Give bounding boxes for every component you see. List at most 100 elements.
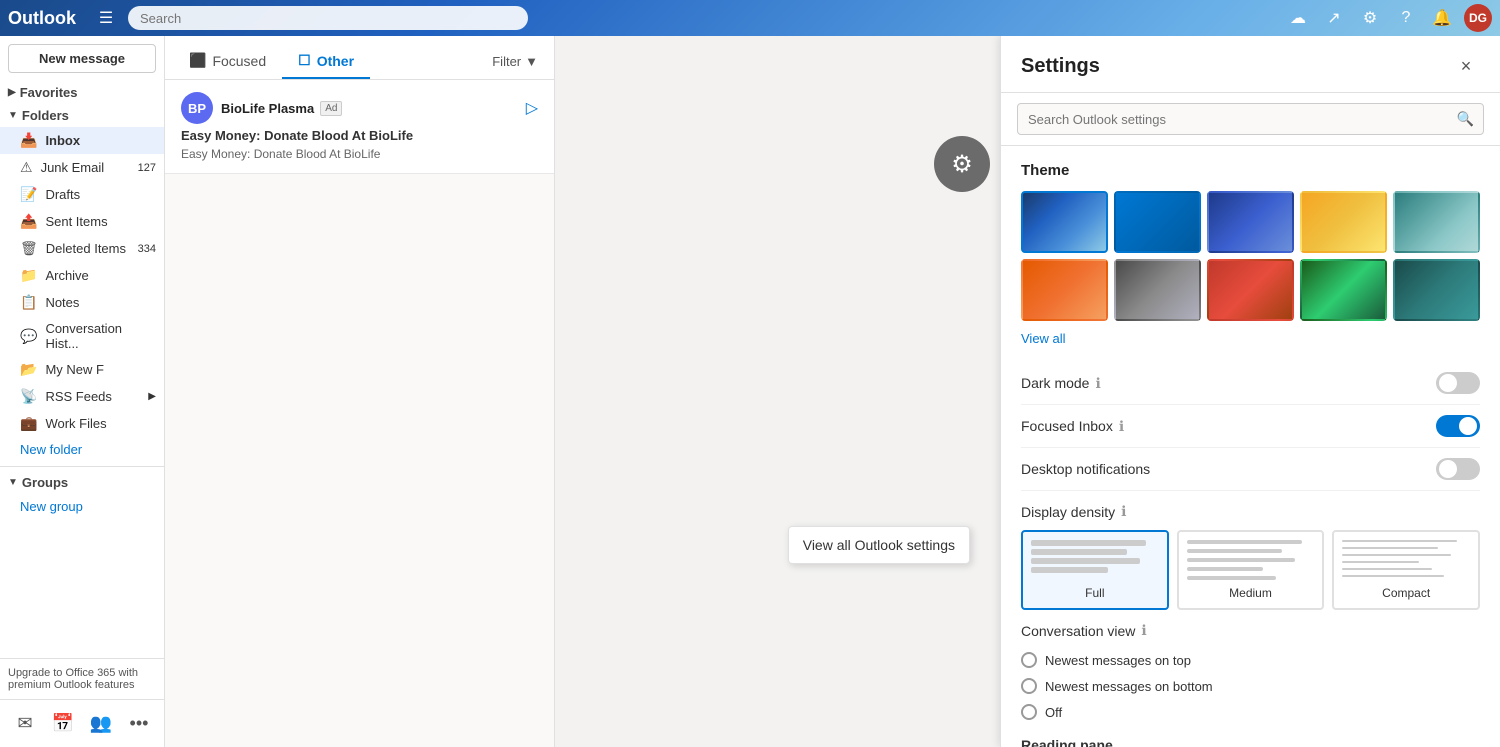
sidebar-item-work-files[interactable]: 💼 Work Files bbox=[0, 410, 164, 437]
settings-close-button[interactable]: × bbox=[1452, 52, 1480, 80]
conv-newest-bottom[interactable]: Newest messages on bottom bbox=[1021, 673, 1480, 699]
sent-icon: 📤 bbox=[20, 213, 37, 230]
desktop-notifications-row: Desktop notifications bbox=[1021, 448, 1480, 491]
filter-button[interactable]: Filter ▼ bbox=[484, 50, 546, 73]
sidebar-item-inbox[interactable]: 📥 Inbox bbox=[0, 127, 164, 154]
display-density-info-icon[interactable]: ℹ bbox=[1121, 503, 1126, 520]
conv-newest-top-label: Newest messages on top bbox=[1045, 653, 1191, 668]
sidebar-item-conversation-history[interactable]: 💬 Conversation Hist... bbox=[0, 316, 164, 356]
notifications-icon[interactable]: 🔔 bbox=[1428, 4, 1456, 32]
reading-pane-section: Reading pane Show on the right Show on t… bbox=[1021, 737, 1480, 747]
theme-grid bbox=[1021, 191, 1480, 321]
deleted-badge: 334 bbox=[138, 243, 156, 255]
density-compact-preview bbox=[1342, 540, 1470, 580]
sidebar-item-deleted-items[interactable]: 🗑 Deleted Items 334 bbox=[0, 235, 164, 262]
dark-mode-label: Dark mode ℹ bbox=[1021, 375, 1436, 392]
settings-search-input[interactable] bbox=[1017, 103, 1484, 135]
conv-newest-top[interactable]: Newest messages on top bbox=[1021, 647, 1480, 673]
conv-off-radio[interactable] bbox=[1021, 704, 1037, 720]
sidebar-section-groups[interactable]: ▼ Groups bbox=[0, 471, 164, 494]
notes-icon: 📋 bbox=[20, 294, 37, 311]
focused-inbox-toggle[interactable] bbox=[1436, 415, 1480, 437]
settings-search-area: 🔍 bbox=[1001, 93, 1500, 146]
people-bottom-icon[interactable]: 👥 bbox=[84, 704, 118, 744]
top-search-input[interactable] bbox=[128, 6, 528, 30]
view-all-themes-link[interactable]: View all bbox=[1021, 331, 1480, 346]
theme-section-title: Theme bbox=[1021, 162, 1480, 179]
settings-gear-icon[interactable]: ⚙ bbox=[1356, 4, 1384, 32]
sidebar-item-junk-email[interactable]: ⚠ Junk Email 127 bbox=[0, 154, 164, 181]
new-folder-link[interactable]: New folder bbox=[0, 437, 164, 462]
rss-label: RSS Feeds bbox=[45, 389, 111, 404]
conv-newest-bottom-label: Newest messages on bottom bbox=[1045, 679, 1213, 694]
sidebar-divider bbox=[0, 466, 164, 467]
theme-swatch-8[interactable] bbox=[1300, 259, 1387, 321]
density-full-label: Full bbox=[1085, 586, 1104, 600]
junk-badge: 127 bbox=[138, 162, 156, 174]
theme-swatch-4[interactable] bbox=[1393, 191, 1480, 253]
theme-swatch-1[interactable] bbox=[1114, 191, 1201, 253]
conv-newest-bottom-radio[interactable] bbox=[1021, 678, 1037, 694]
theme-swatch-9[interactable] bbox=[1393, 259, 1480, 321]
conv-off-label: Off bbox=[1045, 705, 1062, 720]
sidebar-item-notes[interactable]: 📋 Notes bbox=[0, 289, 164, 316]
sidebar-item-drafts[interactable]: 📝 Drafts bbox=[0, 181, 164, 208]
display-density-section: Display density ℹ Full bbox=[1021, 503, 1480, 610]
focused-inbox-label: Focused Inbox ℹ bbox=[1021, 418, 1436, 435]
conversation-view-title: Conversation view ℹ bbox=[1021, 622, 1480, 639]
share-icon[interactable]: ↗ bbox=[1320, 4, 1348, 32]
new-message-button[interactable]: New message bbox=[8, 44, 156, 73]
conversation-view-info-icon[interactable]: ℹ bbox=[1141, 622, 1146, 639]
conv-newest-top-radio[interactable] bbox=[1021, 652, 1037, 668]
dark-mode-toggle[interactable] bbox=[1436, 372, 1480, 394]
gear-overlay-button[interactable]: ⚙ bbox=[934, 136, 990, 192]
hamburger-icon[interactable]: ☰ bbox=[92, 4, 120, 32]
drafts-label: Drafts bbox=[45, 187, 80, 202]
theme-swatch-2[interactable] bbox=[1207, 191, 1294, 253]
settings-body: Theme View all Dark mo bbox=[1001, 146, 1500, 747]
theme-swatch-6[interactable] bbox=[1114, 259, 1201, 321]
message-preview: Easy Money: Donate Blood At BioLife bbox=[181, 147, 538, 161]
sidebar-section-favorites[interactable]: ▶ Favorites bbox=[0, 81, 164, 104]
dark-mode-info-icon[interactable]: ℹ bbox=[1095, 375, 1100, 392]
sidebar-item-my-new-f[interactable]: 📂 My New F bbox=[0, 356, 164, 383]
dark-mode-row: Dark mode ℹ bbox=[1021, 362, 1480, 405]
calendar-bottom-icon[interactable]: 📅 bbox=[46, 704, 80, 744]
theme-swatch-3[interactable] bbox=[1300, 191, 1387, 253]
density-full[interactable]: Full bbox=[1021, 530, 1169, 610]
cloud-icon[interactable]: ☁ bbox=[1284, 4, 1312, 32]
rss-expand-icon: ▶ bbox=[148, 391, 156, 402]
sidebar-item-sent-items[interactable]: 📤 Sent Items bbox=[0, 208, 164, 235]
desktop-notifications-toggle[interactable] bbox=[1436, 458, 1480, 480]
tab-focused[interactable]: ⬛ Focused bbox=[173, 44, 282, 79]
tooltip-text: View all Outlook settings bbox=[803, 537, 955, 553]
message-subject: Easy Money: Donate Blood At BioLife bbox=[181, 128, 538, 143]
sidebar-section-folders[interactable]: ▼ Folders bbox=[0, 104, 164, 127]
message-item[interactable]: BP BioLife Plasma Ad ▷ Easy Money: Donat… bbox=[165, 80, 554, 174]
help-icon[interactable]: ? bbox=[1392, 4, 1420, 32]
density-compact[interactable]: Compact bbox=[1332, 530, 1480, 610]
my-new-f-label: My New F bbox=[45, 362, 104, 377]
new-group-link[interactable]: New group bbox=[0, 494, 164, 519]
groups-label: Groups bbox=[22, 475, 68, 490]
avatar[interactable]: DG bbox=[1464, 4, 1492, 32]
density-medium[interactable]: Medium bbox=[1177, 530, 1325, 610]
folders-chevron-icon: ▼ bbox=[8, 110, 18, 121]
theme-swatch-0[interactable] bbox=[1021, 191, 1108, 253]
conv-off[interactable]: Off bbox=[1021, 699, 1480, 725]
bottom-toolbar: ✉ 📅 👥 ••• bbox=[0, 699, 164, 747]
archive-label: Archive bbox=[45, 268, 88, 283]
top-bar-icons: ☁ ↗ ⚙ ? 🔔 DG bbox=[1284, 4, 1492, 32]
desktop-notifications-label: Desktop notifications bbox=[1021, 461, 1436, 477]
more-bottom-icon[interactable]: ••• bbox=[122, 704, 156, 744]
view-all-tooltip: View all Outlook settings bbox=[788, 526, 970, 564]
message-tabs: ⬛ Focused ☐ Other Filter ▼ bbox=[165, 36, 554, 80]
sidebar-item-rss-feeds[interactable]: 📡 RSS Feeds ▶ bbox=[0, 383, 164, 410]
focused-inbox-info-icon[interactable]: ℹ bbox=[1119, 418, 1124, 435]
theme-swatch-7[interactable] bbox=[1207, 259, 1294, 321]
sidebar-item-archive[interactable]: 📁 Archive bbox=[0, 262, 164, 289]
sidebar: New message ▶ Favorites ▼ Folders 📥 Inbo… bbox=[0, 36, 165, 747]
theme-swatch-5[interactable] bbox=[1021, 259, 1108, 321]
tab-other[interactable]: ☐ Other bbox=[282, 44, 370, 79]
mail-bottom-icon[interactable]: ✉ bbox=[8, 704, 42, 744]
